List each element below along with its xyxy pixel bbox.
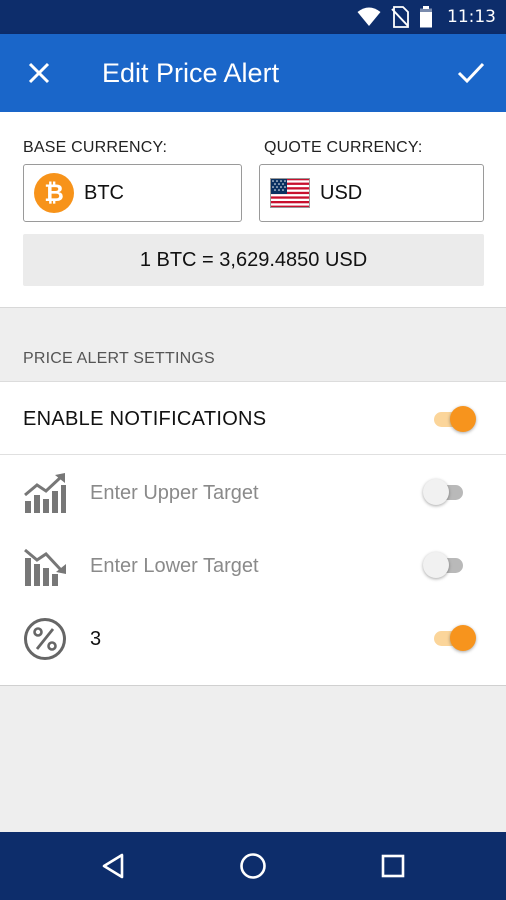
navigation-bar — [0, 832, 506, 900]
back-triangle-icon — [102, 853, 124, 879]
percent-target-toggle[interactable] — [432, 623, 478, 653]
wifi-icon — [357, 7, 381, 26]
check-icon — [457, 62, 485, 84]
close-button[interactable] — [22, 56, 56, 90]
enable-notifications-row: ENABLE NOTIFICATIONS — [0, 382, 506, 455]
enable-notifications-label: ENABLE NOTIFICATIONS — [23, 408, 267, 430]
exchange-rate: 1 BTC = 3,629.4850 USD — [23, 234, 484, 286]
home-circle-icon — [240, 853, 266, 879]
save-button[interactable] — [454, 56, 488, 90]
back-button[interactable] — [97, 850, 129, 882]
home-button[interactable] — [237, 850, 269, 882]
percent-target-row: 3 — [0, 601, 506, 673]
status-time: 11:13 — [447, 7, 496, 27]
trend-down-icon — [24, 548, 66, 586]
quote-currency-selector[interactable]: USD — [259, 164, 484, 222]
trend-up-icon — [24, 473, 66, 513]
upper-target-toggle[interactable] — [423, 477, 469, 507]
lower-target-toggle[interactable] — [423, 550, 469, 580]
upper-target-row: Enter Upper Target — [0, 455, 506, 527]
base-currency-selector[interactable]: ₿ BTC — [23, 164, 242, 222]
battery-icon — [420, 6, 432, 28]
base-currency-label: BASE CURRENCY: — [23, 139, 168, 156]
app-bar: Edit Price Alert — [0, 34, 506, 112]
bitcoin-icon: ₿ — [34, 173, 74, 213]
page-title: Edit Price Alert — [102, 58, 280, 88]
toggle-thumb — [423, 479, 449, 505]
toggle-thumb — [423, 552, 449, 578]
enable-notifications-toggle[interactable] — [432, 404, 478, 434]
status-bar: 11:13 — [0, 0, 506, 34]
settings-card: ENABLE NOTIFICATIONS Enter Upper Target — [0, 381, 506, 686]
section-header: PRICE ALERT SETTINGS — [23, 350, 215, 367]
quote-currency-label: QUOTE CURRENCY: — [264, 139, 423, 156]
recents-square-icon — [381, 854, 405, 878]
recents-button[interactable] — [377, 850, 409, 882]
quote-currency-code: USD — [320, 181, 363, 204]
currency-card: BASE CURRENCY: QUOTE CURRENCY: ₿ BTC USD — [0, 112, 506, 308]
lower-target-row: Enter Lower Target — [0, 528, 506, 600]
base-currency-code: BTC — [84, 181, 124, 204]
no-sim-icon — [391, 6, 409, 28]
toggle-thumb — [450, 625, 476, 651]
lower-target-input[interactable]: Enter Lower Target — [90, 555, 259, 578]
close-icon — [28, 62, 50, 84]
percent-target-value[interactable]: 3 — [90, 628, 101, 651]
toggle-thumb — [450, 406, 476, 432]
percent-icon — [24, 618, 66, 660]
upper-target-input[interactable]: Enter Upper Target — [90, 482, 259, 505]
us-flag-icon — [270, 178, 310, 208]
